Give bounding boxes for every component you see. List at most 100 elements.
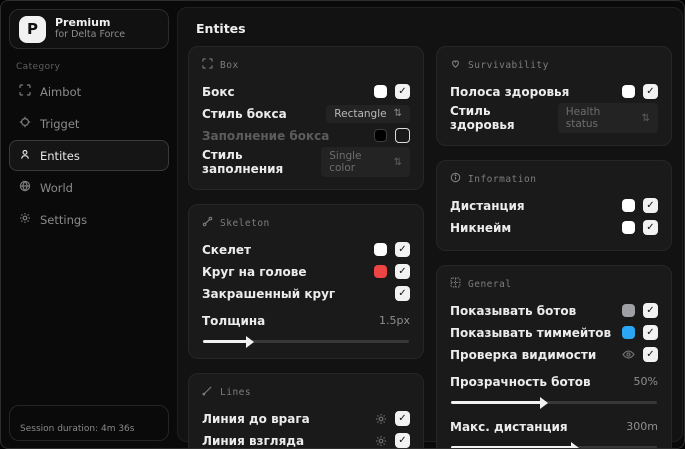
- color-swatch[interactable]: [622, 85, 635, 98]
- color-swatch[interactable]: [622, 304, 635, 317]
- brand-title: Premium: [55, 16, 111, 30]
- setting-label: Толщина: [202, 313, 266, 328]
- main-panel: Entites Box Бокс ✓ Стиль бокса Rectangle…: [177, 7, 683, 448]
- sidebar-item-label: World: [40, 180, 73, 195]
- sidebar-item-entites[interactable]: Entites: [9, 140, 169, 171]
- checkbox[interactable]: ✓: [643, 84, 658, 99]
- checkbox[interactable]: ✓: [643, 220, 658, 235]
- sidebar-item-label: Aimbot: [40, 84, 82, 99]
- info-icon: [450, 172, 461, 186]
- app-logo: P: [19, 15, 46, 43]
- session-duration-box: Session duration: 4m 36s: [9, 405, 169, 441]
- section-title: Survivability: [468, 59, 549, 71]
- slider-thumb[interactable]: [539, 396, 548, 409]
- color-swatch[interactable]: [374, 85, 387, 98]
- sidebar-item-label: Trigget: [40, 116, 80, 131]
- setting-label: Стиль заполнения: [202, 148, 284, 176]
- line-icon: [202, 385, 213, 399]
- select-value: Health status: [565, 106, 601, 130]
- select-value: Rectangle: [334, 107, 387, 120]
- settings-gear-icon: [19, 212, 31, 227]
- color-swatch[interactable]: [622, 199, 635, 212]
- setting-row: Линия до врага ✓: [202, 408, 410, 429]
- setting-label: Проверка видимости: [450, 347, 597, 362]
- setting-row: Стиль здоровья Health status ⇅: [450, 103, 658, 133]
- box-style-select[interactable]: Rectangle ⇅: [326, 104, 410, 123]
- setting-row: Круг на голове ✓: [202, 261, 410, 282]
- setting-row: Толщина 1.5px: [202, 310, 410, 331]
- eye-icon[interactable]: [622, 348, 635, 361]
- section-title: Lines: [220, 386, 252, 398]
- checkbox[interactable]: ✓: [643, 303, 658, 318]
- fill-style-select[interactable]: Single color ⇅: [321, 147, 410, 177]
- bone-icon: [202, 216, 213, 230]
- sidebar-item-label: Entites: [40, 148, 80, 163]
- setting-label: Показывать ботов: [450, 303, 577, 318]
- setting-label: Показывать тиммейтов: [450, 325, 612, 340]
- setting-label: Никнейм: [450, 220, 512, 235]
- setting-row: Закрашенный круг ✓: [202, 283, 410, 304]
- slider-thumb[interactable]: [570, 441, 579, 448]
- setting-row: Стиль бокса Rectangle ⇅: [202, 103, 410, 124]
- color-swatch[interactable]: [622, 326, 635, 339]
- gear-icon[interactable]: [375, 413, 387, 425]
- setting-label: Скелет: [202, 242, 251, 257]
- setting-row: Никнейм ✓: [450, 217, 658, 238]
- crosshair-icon: [19, 116, 31, 131]
- sidebar-item-label: Settings: [40, 212, 88, 227]
- sidebar-item-trigget[interactable]: Trigget: [9, 108, 169, 139]
- setting-label: Стиль здоровья: [450, 104, 515, 132]
- bot-opacity-slider[interactable]: [451, 396, 657, 409]
- setting-row: Полоса здоровья ✓: [450, 81, 658, 102]
- gear-icon[interactable]: [146, 20, 159, 39]
- checkbox[interactable]: ✓: [643, 198, 658, 213]
- setting-row: Прозрачность ботов 50%: [450, 371, 658, 392]
- color-swatch[interactable]: [374, 243, 387, 256]
- setting-row: Макс. дистанция 300m: [450, 416, 658, 437]
- checkbox[interactable]: ✓: [395, 433, 410, 448]
- checkbox[interactable]: [395, 128, 410, 143]
- color-swatch[interactable]: [374, 265, 387, 278]
- session-duration-text: Session duration: 4m 36s: [20, 424, 135, 434]
- color-swatch[interactable]: [374, 129, 387, 142]
- slider-thumb[interactable]: [246, 335, 255, 348]
- updown-arrows-icon: ⇅: [393, 108, 402, 119]
- updown-arrows-icon: ⇅: [641, 112, 650, 124]
- setting-label: Прозрачность ботов: [450, 374, 591, 389]
- setting-row: Заполнение бокса: [202, 125, 410, 146]
- slider-value: 1.5px: [379, 314, 410, 327]
- aimbot-scan-icon: [19, 84, 31, 99]
- health-style-select[interactable]: Health status ⇅: [557, 103, 658, 133]
- checkbox[interactable]: ✓: [395, 264, 410, 279]
- checkbox[interactable]: ✓: [395, 242, 410, 257]
- setting-label: Макс. дистанция: [450, 419, 568, 434]
- setting-label: Стиль бокса: [202, 106, 287, 121]
- checkbox[interactable]: ✓: [395, 286, 410, 301]
- checkbox[interactable]: ✓: [395, 411, 410, 426]
- information-card: Information Дистанция ✓ Никнейм ✓: [436, 160, 672, 251]
- setting-row: Скелет ✓: [202, 239, 410, 260]
- survivability-card: Survivability Полоса здоровья ✓ Стиль зд…: [436, 46, 672, 146]
- sidebar: P Premium for Delta Force Category Aimbo…: [1, 1, 177, 448]
- brand-subtitle: for Delta Force: [55, 28, 126, 40]
- sidebar-item-world[interactable]: World: [9, 172, 169, 203]
- checkbox[interactable]: ✓: [395, 84, 410, 99]
- updown-arrows-icon: ⇅: [393, 156, 402, 168]
- gear-icon[interactable]: [375, 435, 387, 447]
- checkbox[interactable]: ✓: [643, 325, 658, 340]
- color-swatch[interactable]: [622, 221, 635, 234]
- thickness-slider[interactable]: [203, 335, 409, 348]
- setting-row: Показывать ботов ✓: [450, 300, 658, 321]
- setting-row: Показывать тиммейтов ✓: [450, 322, 658, 343]
- section-title: General: [468, 278, 512, 290]
- setting-label: Линия взгляда: [202, 433, 305, 448]
- setting-row: Проверка видимости ✓: [450, 344, 658, 365]
- grid-icon: [450, 277, 461, 291]
- general-card: General Показывать ботов ✓ Показывать ти…: [436, 265, 672, 448]
- section-title: Box: [220, 59, 239, 71]
- section-title: Information: [468, 173, 537, 185]
- checkbox[interactable]: ✓: [643, 347, 658, 362]
- sidebar-item-aimbot[interactable]: Aimbot: [9, 76, 169, 107]
- setting-label: Бокс: [202, 84, 235, 99]
- sidebar-item-settings[interactable]: Settings: [9, 204, 169, 235]
